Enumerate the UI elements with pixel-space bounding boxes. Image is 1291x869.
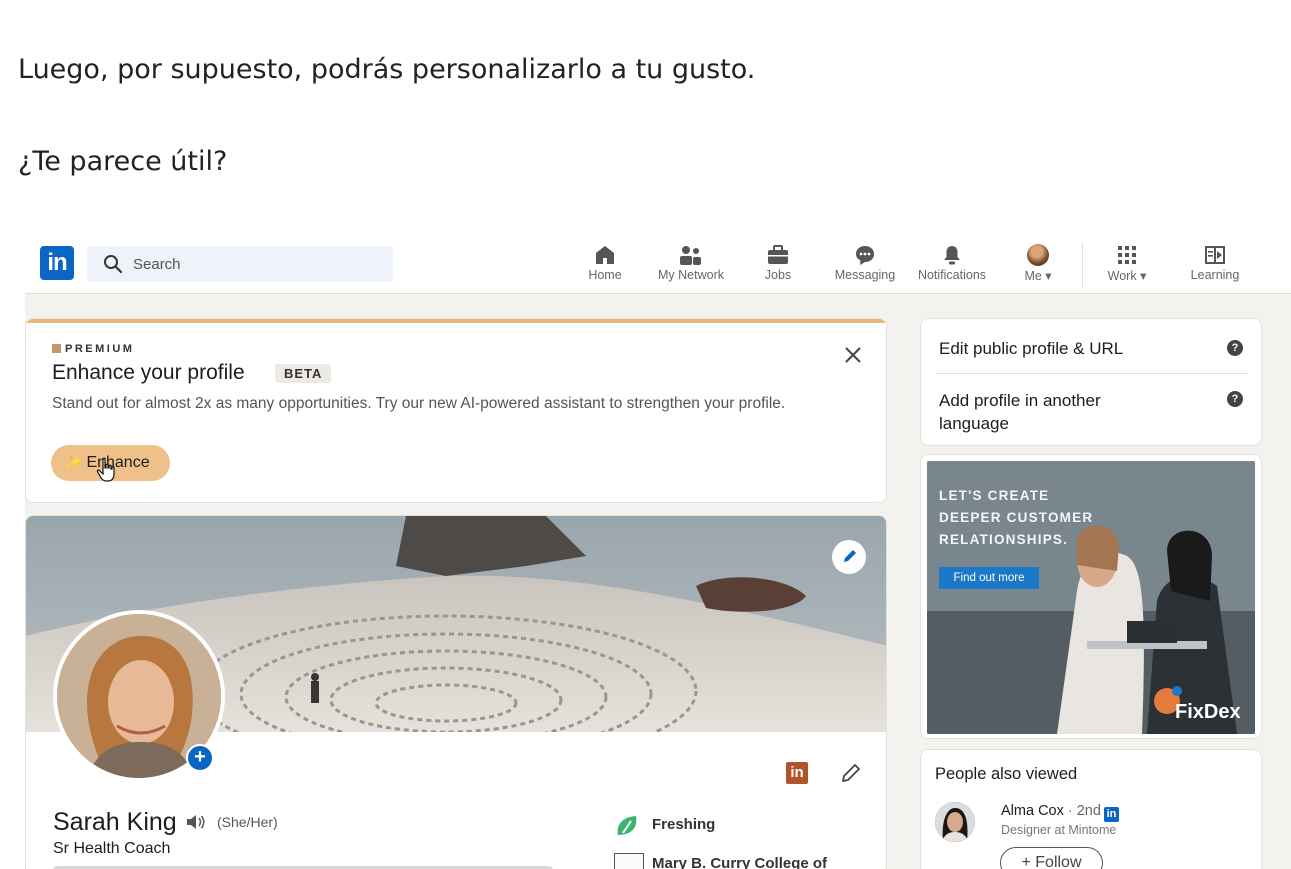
- person-subtitle: Designer at Mintome: [1001, 823, 1117, 837]
- premium-tag: PREMIUM: [52, 343, 134, 355]
- edit-profile-pencil-icon[interactable]: [838, 760, 864, 786]
- search-box[interactable]: [87, 246, 393, 282]
- chat-icon: [856, 246, 874, 265]
- add-language-profile-link[interactable]: Add profile in another language: [939, 389, 1159, 435]
- close-icon[interactable]: [841, 343, 865, 367]
- connection-degree: · 2nd: [1067, 803, 1101, 819]
- briefcase-icon: [768, 245, 788, 264]
- person-name-text: Alma Cox: [1001, 803, 1064, 819]
- linkedin-logo[interactable]: in: [40, 246, 74, 280]
- nav-me[interactable]: Me ▾: [1019, 244, 1057, 288]
- intro-line-1: Luego, por supuesto, podrás personalizar…: [18, 54, 756, 85]
- premium-title: Enhance your profile: [52, 361, 245, 384]
- nav-my-network[interactable]: My Network: [651, 244, 731, 288]
- help-icon[interactable]: ?: [1227, 340, 1243, 356]
- divider: [935, 373, 1249, 374]
- person-name[interactable]: Alma Cox · 2nd in: [1001, 803, 1119, 822]
- avatar-image: [935, 802, 975, 842]
- search-icon: [104, 255, 123, 274]
- ad-headline-line: LET'S CREATE: [939, 488, 1050, 503]
- find-out-more-button[interactable]: Find out more: [939, 567, 1039, 589]
- premium-icon: [52, 344, 61, 353]
- bell-icon: [944, 246, 960, 265]
- premium-description: Stand out for almost 2x as many opportun…: [52, 395, 786, 412]
- people-also-viewed-card: People also viewed Alma Cox · 2nd in Desi…: [920, 749, 1262, 869]
- search-input[interactable]: [133, 252, 373, 276]
- edit-cover-button[interactable]: [832, 540, 866, 574]
- network-icon: [680, 246, 701, 265]
- nav-home-label: Home: [588, 268, 622, 282]
- nav-my-network-label: My Network: [658, 268, 724, 282]
- grid-icon: [1118, 246, 1136, 264]
- school-name: Mary B. Curry College of: [652, 855, 828, 869]
- pronouns: (She/Her): [217, 814, 278, 830]
- premium-tag-label: PREMIUM: [65, 343, 135, 355]
- learning-icon: [1205, 246, 1225, 264]
- ad-headline-line: DEEPER CUSTOMER: [939, 510, 1094, 525]
- ad-headline-line: RELATIONSHIPS.: [939, 532, 1069, 547]
- linkedin-premium-icon: in: [1103, 807, 1119, 822]
- premium-accent-bar: [26, 319, 886, 323]
- nav-learning[interactable]: Learning: [1187, 244, 1243, 288]
- nav-notifications-label: Notifications: [917, 268, 987, 282]
- edit-public-profile-link[interactable]: Edit public profile & URL: [939, 337, 1123, 360]
- avatar[interactable]: [935, 802, 975, 842]
- nav-divider: [1082, 242, 1083, 288]
- magic-wand-icon: ✨: [65, 454, 83, 470]
- profile-headline: Sr Health Coach: [53, 840, 171, 857]
- company-name: Freshing: [652, 816, 716, 833]
- intro-line-2: ¿Te parece útil?: [18, 146, 228, 177]
- people-also-viewed-title: People also viewed: [935, 765, 1078, 783]
- nav-messaging[interactable]: Messaging: [831, 244, 899, 288]
- profile-settings-card: Edit public profile & URL ? Add profile …: [920, 318, 1262, 446]
- hand-cursor-icon: [96, 457, 115, 482]
- linkedin-app: in Home My Network Jobs Messaging Notifi: [25, 236, 1291, 869]
- profile-name: Sarah King: [53, 808, 177, 836]
- company-logo-icon: [617, 816, 637, 835]
- beta-badge: BETA: [275, 364, 332, 383]
- help-icon[interactable]: ?: [1227, 391, 1243, 407]
- ad-card[interactable]: LET'S CREATE DEEPER CUSTOMER RELATIONSHI…: [920, 454, 1262, 739]
- nav-notifications[interactable]: Notifications: [912, 244, 992, 288]
- ad-headline: LET'S CREATE DEEPER CUSTOMER RELATIONSHI…: [939, 485, 1093, 551]
- avatar: [1027, 244, 1049, 266]
- profile-card: + in Sarah King (She/Her) Sr Health Coac…: [25, 515, 887, 869]
- nav-home[interactable]: Home: [583, 244, 627, 288]
- premium-enhance-card: PREMIUM Enhance your profile BETA Stand …: [25, 318, 887, 503]
- add-photo-button[interactable]: +: [186, 744, 214, 772]
- top-navigation: in Home My Network Jobs Messaging Notifi: [25, 236, 1291, 294]
- pencil-icon: [844, 550, 856, 562]
- school-logo-icon: [614, 853, 644, 869]
- home-icon: [596, 246, 614, 264]
- ad-brand: FixDex: [1175, 701, 1241, 723]
- nav-me-label: Me ▾: [1024, 269, 1052, 283]
- nav-work[interactable]: Work ▾: [1102, 244, 1152, 288]
- nav-jobs-label: Jobs: [764, 268, 792, 282]
- speaker-icon[interactable]: [185, 813, 207, 831]
- nav-jobs[interactable]: Jobs: [758, 244, 798, 288]
- nav-messaging-label: Messaging: [834, 268, 896, 282]
- follow-button[interactable]: + Follow: [1000, 847, 1103, 869]
- nav-learning-label: Learning: [1190, 268, 1240, 282]
- nav-work-label: Work ▾: [1107, 269, 1147, 283]
- ad-image: LET'S CREATE DEEPER CUSTOMER RELATIONSHI…: [927, 461, 1255, 734]
- linkedin-badge-icon[interactable]: in: [786, 762, 808, 784]
